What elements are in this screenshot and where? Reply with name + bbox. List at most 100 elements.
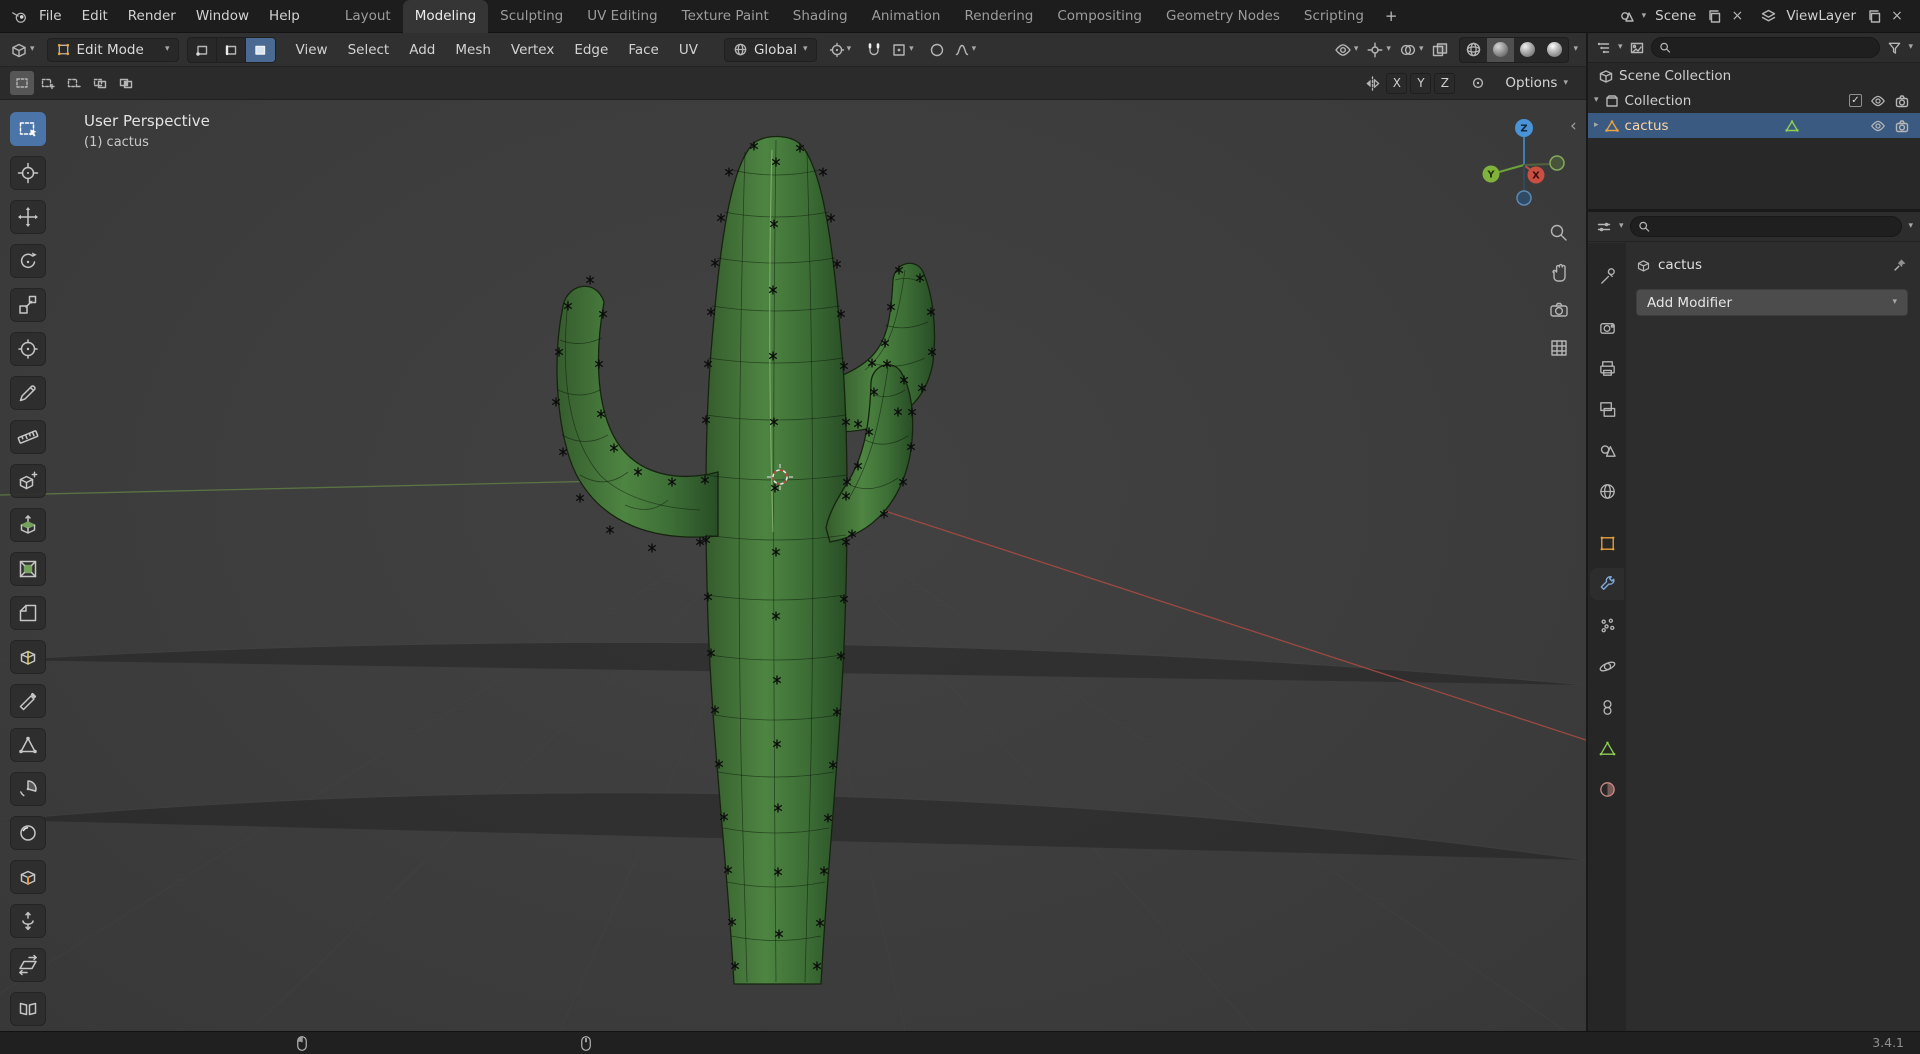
properties-search[interactable] [1629,216,1903,237]
gizmo-neg-z-axis[interactable] [1516,190,1532,206]
object-visibility-dropdown[interactable]: ▾ [1332,38,1361,62]
tool-add-cube[interactable] [10,464,46,498]
remove-view-layer-icon[interactable]: × [1888,7,1906,25]
add-modifier-button[interactable]: Add Modifier ▾ [1636,289,1908,316]
outliner-display-mode-icon[interactable] [1628,39,1646,57]
menu-file[interactable]: File [30,4,71,28]
outliner-editor-type-button[interactable] [1595,39,1613,57]
proportional-falloff-dropdown[interactable]: ▾ [952,38,979,62]
show-overlays-dropdown[interactable]: ▾ [1397,38,1426,62]
tool-shrink-fatten[interactable] [10,904,46,938]
sidebar-collapse-icon[interactable]: ‹ [1570,116,1577,136]
collection-checkbox[interactable]: ✓ [1849,94,1862,107]
menu-edit[interactable]: Edit [73,4,117,28]
rendered-shading-button[interactable] [1541,38,1568,62]
tab-material-properties[interactable] [1590,773,1624,805]
scene-browse-icon[interactable] [1619,7,1637,25]
outliner-editor-caret-icon[interactable]: ▾ [1618,43,1623,52]
workspace-tab-rendering[interactable]: Rendering [952,0,1045,33]
add-workspace-button[interactable]: + [1376,0,1407,33]
new-scene-icon[interactable] [1705,7,1723,25]
face-select-button[interactable] [245,37,275,62]
proportional-editing-button[interactable] [926,38,948,62]
scene-caret-icon[interactable]: ▾ [1642,11,1647,21]
navigation-gizmo[interactable]: Z Y X [1478,114,1570,214]
editor-type-button[interactable]: ▾ [8,38,37,62]
workspace-tab-modeling[interactable]: Modeling [402,0,489,33]
pan-hand-button[interactable] [1546,258,1572,284]
select-mode-set-button[interactable] [10,71,34,95]
tool-transform[interactable] [10,332,46,366]
tab-scene-properties[interactable] [1590,434,1624,466]
tab-object-properties[interactable] [1590,527,1624,559]
solid-shading-button[interactable] [1487,37,1515,62]
cactus-camera-icon[interactable] [1894,118,1910,134]
workspace-tab-layout[interactable]: Layout [333,0,403,33]
tool-inset-faces[interactable] [10,552,46,586]
unlink-scene-icon[interactable]: × [1728,7,1746,25]
menu-add[interactable]: Add [401,38,443,62]
menu-select[interactable]: Select [340,38,398,62]
transform-orientation-dropdown[interactable]: Global ▾ [723,37,817,62]
tab-world-properties[interactable] [1590,475,1624,507]
workspace-tab-compositing[interactable]: Compositing [1045,0,1154,33]
scene-name-field[interactable]: Scene [1651,6,1700,26]
viewport-canvas[interactable]: User Perspective (1) cactus Z Y X ‹ [0,100,1586,1031]
show-gizmo-dropdown[interactable]: ▾ [1364,38,1393,62]
cactus-eye-icon[interactable] [1870,118,1886,134]
toggle-ortho-button[interactable] [1546,335,1572,361]
select-mode-extend-button[interactable] [36,71,60,95]
options-dropdown[interactable]: Options ▾ [1503,71,1570,95]
collection-disclosure-icon[interactable]: ▾ [1594,96,1599,105]
snap-base-icon[interactable] [1467,71,1489,95]
select-mode-invert-button[interactable] [88,71,112,95]
shading-caret-icon[interactable]: ▾ [1573,45,1578,54]
outliner-row-scene-collection[interactable]: Scene Collection [1588,63,1920,88]
outliner-search-input[interactable] [1675,40,1873,55]
zoom-button[interactable] [1546,220,1572,246]
tool-extrude-region[interactable] [10,508,46,542]
tool-smooth[interactable] [10,816,46,850]
collection-camera-icon[interactable] [1894,93,1910,109]
view-layer-icon[interactable] [1759,7,1777,25]
tool-cursor[interactable] [10,156,46,190]
workspace-tab-uv-editing[interactable]: UV Editing [575,0,669,33]
tool-knife[interactable] [10,684,46,718]
outliner-filter-caret-icon[interactable]: ▾ [1908,43,1913,52]
tab-modifier-properties[interactable] [1590,568,1624,600]
menu-help[interactable]: Help [260,4,309,28]
properties-search-input[interactable] [1654,219,1895,234]
blender-logo-icon[interactable] [10,7,28,25]
tool-spin[interactable] [10,772,46,806]
tool-select-box[interactable] [10,112,46,146]
snap-toggle-button[interactable] [863,38,885,62]
mirror-x-button[interactable]: X [1386,72,1408,94]
pin-id-icon[interactable] [1892,257,1908,273]
tab-view-layer-properties[interactable] [1590,393,1624,425]
tab-physics-properties[interactable] [1590,650,1624,682]
mirror-y-button[interactable]: Y [1410,72,1432,94]
workspace-tab-scripting[interactable]: Scripting [1292,0,1376,33]
properties-editor-type-button[interactable] [1595,218,1613,236]
menu-edge[interactable]: Edge [566,38,616,62]
cactus-disclosure-icon[interactable]: ▸ [1594,121,1599,130]
workspace-tab-shading[interactable]: Shading [781,0,860,33]
wireframe-shading-button[interactable] [1460,38,1487,62]
outliner-search[interactable] [1650,37,1881,58]
tool-poly-build[interactable] [10,728,46,762]
select-mode-subtract-button[interactable] [62,71,86,95]
tool-measure[interactable] [10,420,46,454]
menu-view[interactable]: View [288,38,336,62]
tool-rotate[interactable] [10,244,46,278]
xray-toggle-button[interactable] [1429,38,1451,62]
workspace-tab-texture-paint[interactable]: Texture Paint [670,0,781,33]
tool-move[interactable] [10,200,46,234]
view-layer-name-field[interactable]: ViewLayer [1782,6,1860,26]
outliner-row-cactus[interactable]: ▸ cactus [1588,113,1920,138]
mirror-z-button[interactable]: Z [1434,72,1456,94]
tool-edge-slide[interactable] [10,860,46,894]
select-mode-intersect-button[interactable] [114,71,138,95]
tab-object-data-properties[interactable] [1590,732,1624,764]
menu-vertex[interactable]: Vertex [503,38,562,62]
properties-editor-caret-icon[interactable]: ▾ [1619,222,1624,231]
